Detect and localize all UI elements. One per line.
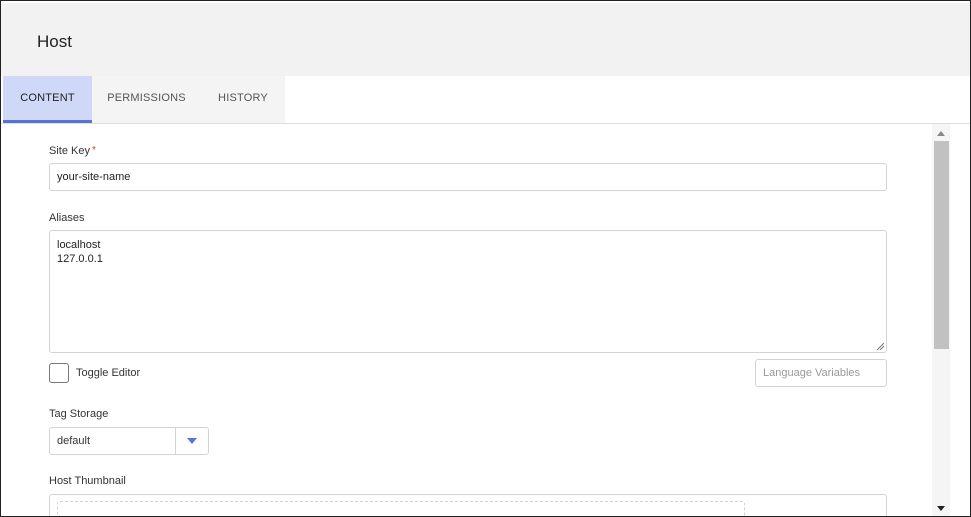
alias-line: localhost (57, 239, 101, 251)
arrow-down-icon (937, 505, 945, 511)
host-thumbnail-label: Host Thumbnail (49, 475, 126, 487)
host-edit-window: Host CONTENT PERMISSIONS HISTORY Site Ke… (0, 0, 971, 517)
aliases-label: Aliases (49, 212, 85, 224)
scroll-down-button[interactable] (932, 500, 950, 516)
aliases-textarea[interactable]: localhost 127.0.0.1 (49, 230, 887, 353)
right-gutter (950, 124, 970, 516)
tab-permissions-label: PERMISSIONS (107, 92, 186, 104)
tag-storage-select[interactable]: default (49, 427, 209, 455)
tag-storage-value: default (57, 435, 91, 447)
site-key-label-text: Site Key (49, 145, 90, 157)
scroll-up-button[interactable] (932, 125, 950, 141)
caret-down-icon (187, 438, 197, 444)
tab-content-label: CONTENT (20, 92, 75, 104)
tab-permissions[interactable]: PERMISSIONS (92, 76, 201, 123)
page-title: Host (37, 32, 72, 51)
toggle-editor-label: Toggle Editor (76, 367, 141, 379)
language-variables-placeholder: Language Variables (763, 367, 861, 379)
tab-history[interactable]: HISTORY (201, 76, 285, 123)
tab-content[interactable]: CONTENT (3, 76, 92, 123)
site-key-label: Site Key * (49, 145, 96, 157)
alias-line: 127.0.0.1 (57, 253, 103, 265)
host-thumbnail-field[interactable] (49, 494, 887, 516)
tab-history-label: HISTORY (218, 92, 268, 104)
language-variables-input[interactable]: Language Variables (755, 359, 887, 387)
select-toggle-button[interactable] (176, 428, 208, 454)
tab-bar: CONTENT PERMISSIONS HISTORY (1, 76, 970, 124)
toggle-editor-checkbox[interactable] (49, 363, 69, 383)
site-key-input[interactable] (49, 163, 887, 191)
page-header: Host (1, 3, 970, 76)
vertical-scrollbar[interactable] (932, 124, 950, 516)
scroll-thumb[interactable] (934, 141, 949, 349)
required-marker: * (91, 145, 96, 156)
thumbnail-dropzone[interactable] (57, 501, 745, 516)
tag-storage-label: Tag Storage (49, 408, 109, 420)
arrow-up-icon (937, 130, 945, 136)
resize-grip-icon[interactable] (876, 342, 884, 350)
